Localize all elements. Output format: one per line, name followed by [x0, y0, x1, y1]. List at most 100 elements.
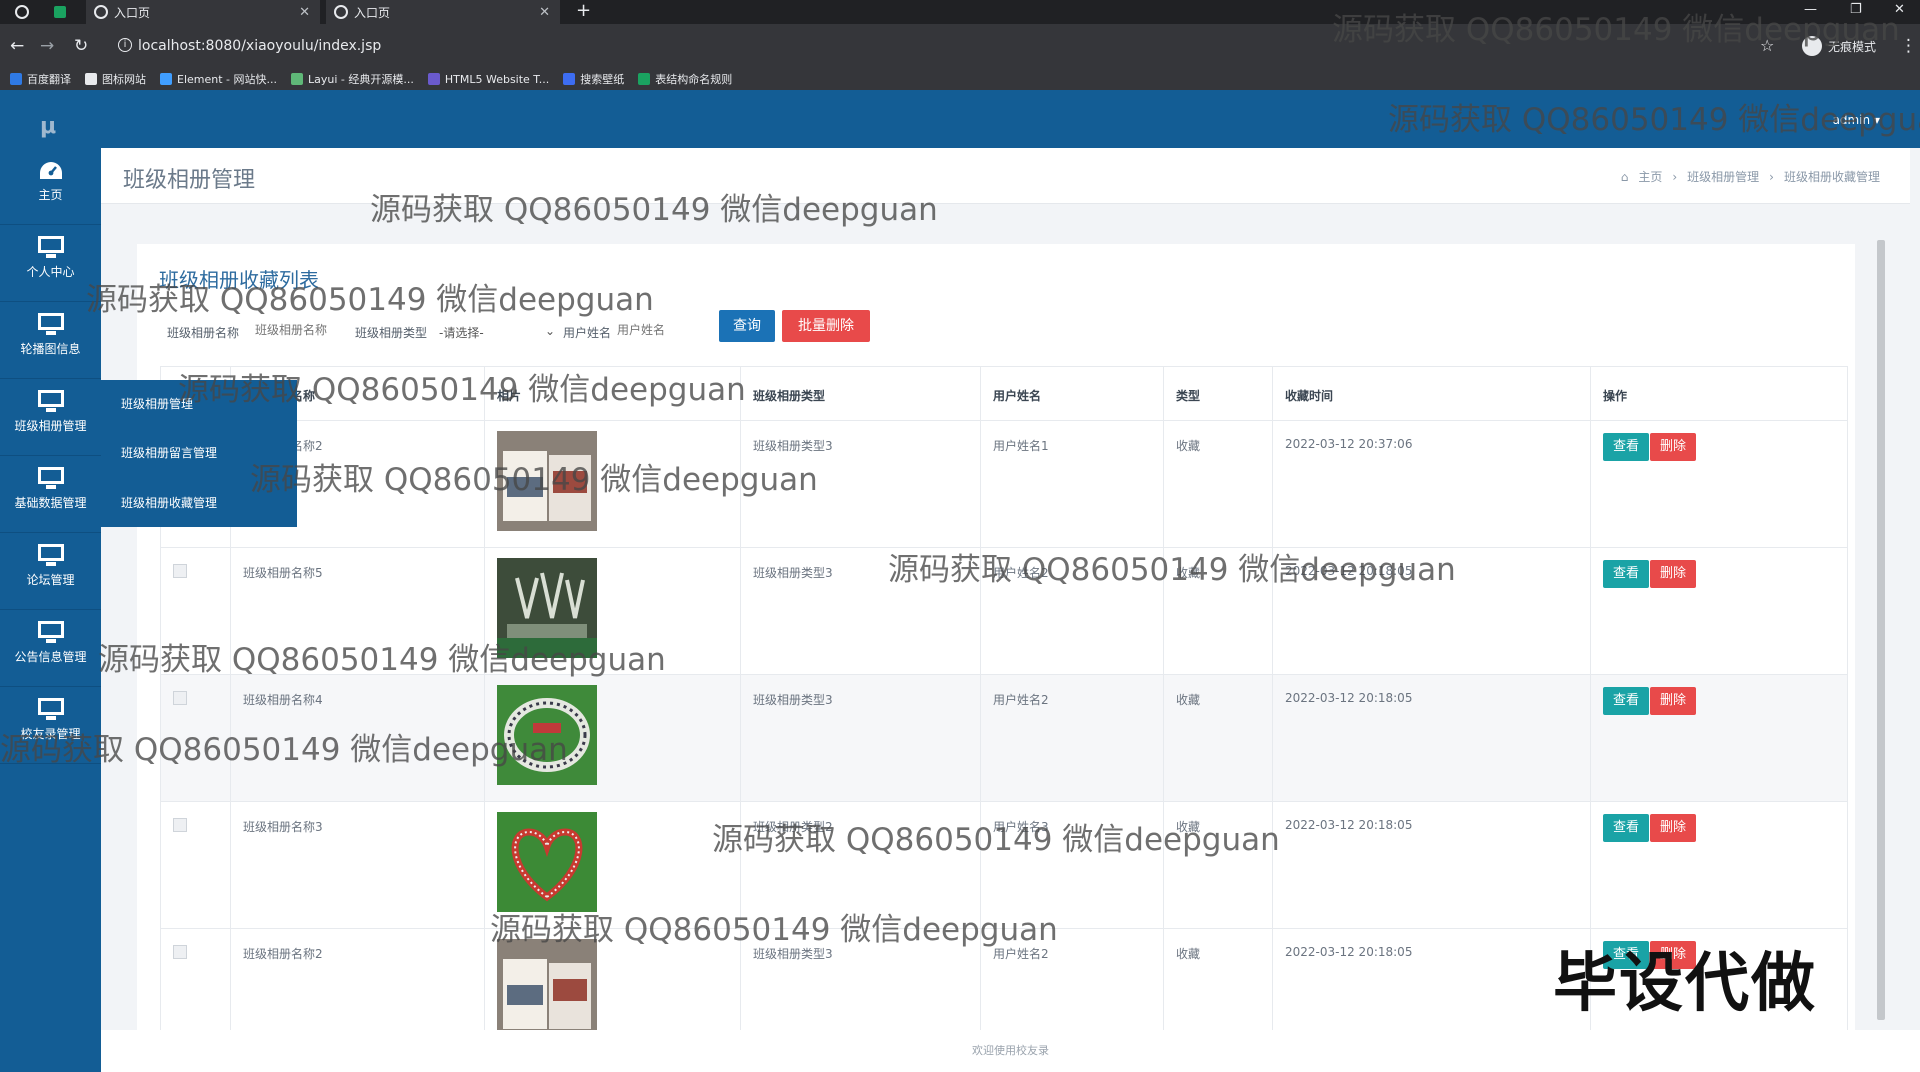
- breadcrumb-item: 班级相册收藏管理: [1783, 170, 1880, 184]
- row-checkbox[interactable]: [173, 945, 187, 959]
- view-button[interactable]: 查看: [1603, 687, 1650, 715]
- tab-title: 入口页: [354, 5, 391, 20]
- bookmark-item[interactable]: 搜索壁纸: [563, 71, 624, 87]
- page-footer: 欢迎使用校友录: [101, 1030, 1920, 1072]
- browser-tab-1[interactable]: 入口页 ✕: [86, 0, 320, 24]
- sidebar-item-label: 基础数据管理: [14, 496, 87, 510]
- close-icon[interactable]: ✕: [539, 5, 550, 20]
- delete-button[interactable]: 删除: [1650, 433, 1697, 461]
- app-tab-icon[interactable]: [54, 6, 66, 18]
- user-name-label: 用户姓名: [563, 326, 612, 340]
- breadcrumb-item[interactable]: 班级相册管理: [1687, 168, 1759, 185]
- sidebar-item-label: 轮播图信息: [20, 342, 81, 356]
- watermark-text: 源码获取 QQ86050149 微信deepguan: [370, 192, 938, 228]
- watermark-text: 源码获取 QQ86050149 微信deepguan: [86, 282, 654, 318]
- bookmark-item[interactable]: 图标网站: [85, 71, 146, 87]
- browser-tab-2[interactable]: 入口页 ✕: [326, 0, 560, 24]
- scrollbar-thumb[interactable]: [1877, 240, 1885, 1020]
- album-photo-thumbnail[interactable]: [497, 812, 597, 912]
- globe-icon: [334, 5, 348, 19]
- kind-cell: 收藏: [1163, 420, 1273, 548]
- chevron-right-icon: ›: [1769, 169, 1774, 184]
- batch-delete-button[interactable]: 批量删除: [782, 310, 870, 342]
- monitor-icon: [37, 698, 64, 720]
- bookmark-favicon-icon: [10, 73, 22, 85]
- tab-title: 入口页: [114, 5, 151, 20]
- home-icon: ⌂: [1620, 169, 1629, 184]
- chevron-down-icon: ⌄: [544, 324, 555, 338]
- album-type-label: 班级相册类型: [355, 326, 428, 340]
- kind-cell: 收藏: [1163, 674, 1273, 802]
- bookmark-label: 百度翻译: [27, 73, 71, 86]
- bookmark-favicon-icon: [638, 73, 651, 85]
- column-header: 班级相册类型: [740, 366, 981, 421]
- submenu-item-album-comment[interactable]: 班级相册留言管理: [121, 444, 217, 461]
- album-photo-thumbnail[interactable]: [497, 939, 597, 1039]
- bookmark-label: 图标网站: [102, 73, 146, 86]
- close-icon[interactable]: ✕: [299, 5, 310, 20]
- watermark-text: 源码获取 QQ86050149 微信deepguan: [178, 372, 746, 408]
- album-name-label: 班级相册名称: [167, 326, 240, 340]
- watermark-text: 源码获取 QQ86050149 微信deepguan: [1388, 102, 1920, 138]
- forward-icon[interactable]: →: [40, 36, 54, 56]
- sidebar-item-label: 公告信息管理: [14, 650, 87, 664]
- breadcrumb: ⌂ 主页 › 班级相册管理 › 班级相册收藏管理: [1621, 168, 1880, 185]
- app-logo[interactable]: μ: [40, 114, 56, 139]
- monitor-icon: [37, 313, 64, 335]
- delete-button[interactable]: 删除: [1650, 687, 1697, 715]
- new-tab-button[interactable]: +: [576, 0, 591, 24]
- bookmark-item[interactable]: Element - 网站快...: [160, 71, 277, 87]
- album-type-cell: 班级相册类型3: [740, 674, 981, 802]
- bookmark-favicon-icon: [85, 73, 97, 85]
- user-name-input[interactable]: [617, 320, 717, 340]
- url-text: localhost:8080/xiaoyoulu/index.jsp: [138, 38, 382, 54]
- globe-icon: [94, 5, 108, 19]
- monitor-icon: [37, 621, 64, 643]
- bookmark-item[interactable]: 表结构命名规则: [638, 71, 732, 87]
- bookmark-item[interactable]: HTML5 Website T...: [427, 73, 549, 86]
- bookmark-label: Element - 网站快...: [177, 73, 277, 86]
- album-type-value: -请选择-: [439, 326, 484, 340]
- sidebar-item-label: 论坛管理: [26, 573, 75, 587]
- sidebar-item-home[interactable]: 主页: [0, 148, 101, 225]
- reload-icon[interactable]: ↻: [74, 36, 88, 56]
- favorite-time-cell: 2022-03-12 20:18:05: [1272, 674, 1591, 802]
- browser-menu-icon[interactable]: [15, 5, 29, 19]
- submenu-item-album-favorite[interactable]: 班级相册收藏管理: [121, 494, 217, 511]
- sidebar-item-forum[interactable]: 论坛管理: [0, 533, 101, 610]
- info-icon[interactable]: i: [118, 38, 132, 52]
- view-button[interactable]: 查看: [1603, 560, 1650, 588]
- user-name-cell: 用户姓名1: [980, 420, 1164, 548]
- album-type-select[interactable]: -请选择- ⌄: [439, 324, 555, 341]
- delete-button[interactable]: 删除: [1650, 814, 1697, 842]
- row-checkbox[interactable]: [173, 818, 187, 832]
- watermark-text: 源码获取 QQ86050149 微信deepguan: [888, 552, 1456, 588]
- row-checkbox[interactable]: [173, 691, 187, 705]
- favorite-time-cell: 2022-03-12 20:18:05: [1272, 801, 1591, 929]
- page-title: 班级相册管理: [123, 168, 256, 193]
- sidebar-item-notice[interactable]: 公告信息管理: [0, 610, 101, 687]
- column-header: 类型: [1163, 366, 1273, 421]
- more-menu-icon[interactable]: ⋮: [1900, 36, 1917, 56]
- album-name-input[interactable]: [255, 320, 365, 340]
- search-button[interactable]: 查询: [719, 310, 775, 342]
- user-name-cell: 用户姓名2: [980, 674, 1164, 802]
- back-icon[interactable]: ←: [10, 36, 24, 56]
- view-button[interactable]: 查看: [1603, 433, 1650, 461]
- view-button[interactable]: 查看: [1603, 814, 1650, 842]
- row-checkbox[interactable]: [173, 564, 187, 578]
- bookmark-favicon-icon: [160, 73, 172, 85]
- monitor-icon: [37, 236, 64, 258]
- sidebar-item-basic-data[interactable]: 基础数据管理: [0, 456, 101, 533]
- bookmark-favicon-icon: [427, 73, 440, 85]
- bookmark-item[interactable]: Layui - 经典开源模...: [291, 71, 414, 87]
- bookmark-favicon-icon: [291, 73, 303, 85]
- watermark-text: 源码获取 QQ86050149 微信deepguan: [712, 822, 1280, 858]
- delete-button[interactable]: 删除: [1650, 560, 1697, 588]
- breadcrumb-item[interactable]: 主页: [1638, 168, 1662, 185]
- bookmark-label: Layui - 经典开源模...: [308, 73, 414, 86]
- watermark-text: 源码获取 QQ86050149 微信deepguan: [250, 462, 818, 498]
- sidebar-item-album[interactable]: 班级相册管理: [0, 379, 101, 456]
- bookmark-item[interactable]: 百度翻译: [10, 71, 71, 87]
- chevron-right-icon: ›: [1672, 169, 1678, 184]
